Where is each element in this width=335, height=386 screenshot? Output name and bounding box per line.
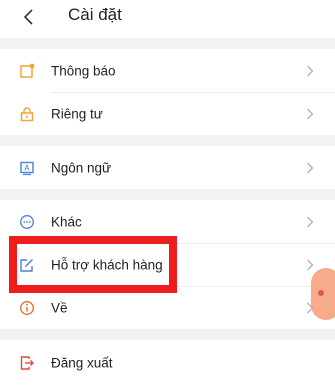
settings-item-label: Hỗ trợ khách hàng bbox=[51, 257, 163, 272]
settings-item-label: Về bbox=[51, 300, 68, 315]
settings-item-label: Riêng tư bbox=[51, 106, 103, 121]
settings-item-other[interactable]: Khác bbox=[0, 200, 335, 243]
settings-item-about[interactable]: Về bbox=[0, 286, 335, 329]
chevron-right-icon bbox=[307, 162, 314, 173]
lock-icon bbox=[19, 106, 35, 122]
chevron-left-icon bbox=[23, 9, 33, 25]
settings-group-account: Đăng xuất bbox=[0, 340, 335, 386]
settings-item-notifications[interactable]: Thông báo bbox=[0, 49, 335, 92]
more-icon bbox=[19, 214, 35, 230]
settings-item-logout[interactable]: Đăng xuất bbox=[0, 340, 335, 386]
notification-icon bbox=[19, 63, 35, 79]
settings-group-other: Khác Hỗ trợ khách hàng Về bbox=[0, 200, 335, 329]
settings-item-label: Đăng xuất bbox=[51, 355, 113, 371]
chevron-right-icon bbox=[307, 216, 314, 227]
logout-icon bbox=[19, 355, 35, 371]
info-icon bbox=[19, 300, 35, 316]
language-icon: A bbox=[19, 160, 35, 176]
chevron-right-icon bbox=[307, 65, 314, 76]
back-button[interactable] bbox=[14, 2, 44, 32]
settings-item-customer-support[interactable]: Hỗ trợ khách hàng bbox=[0, 243, 335, 286]
chevron-right-icon bbox=[307, 108, 314, 119]
settings-item-label: Khác bbox=[51, 214, 82, 229]
svg-text:A: A bbox=[24, 163, 30, 172]
settings-item-language[interactable]: A Ngôn ngữ bbox=[0, 146, 335, 189]
settings-item-label: Ngôn ngữ bbox=[51, 160, 112, 175]
page-title: Cài đặt bbox=[68, 5, 122, 24]
settings-group-language: A Ngôn ngữ bbox=[0, 146, 335, 189]
settings-item-privacy[interactable]: Riêng tư bbox=[0, 92, 335, 135]
settings-group-general: Thông báo Riêng tư bbox=[0, 49, 335, 135]
dot-icon bbox=[318, 290, 324, 296]
chevron-right-icon bbox=[307, 259, 314, 270]
app-header: Cài đặt bbox=[0, 0, 335, 38]
edit-support-icon bbox=[19, 257, 35, 273]
floating-assistant-button[interactable] bbox=[311, 268, 335, 320]
settings-item-label: Thông báo bbox=[51, 63, 116, 78]
